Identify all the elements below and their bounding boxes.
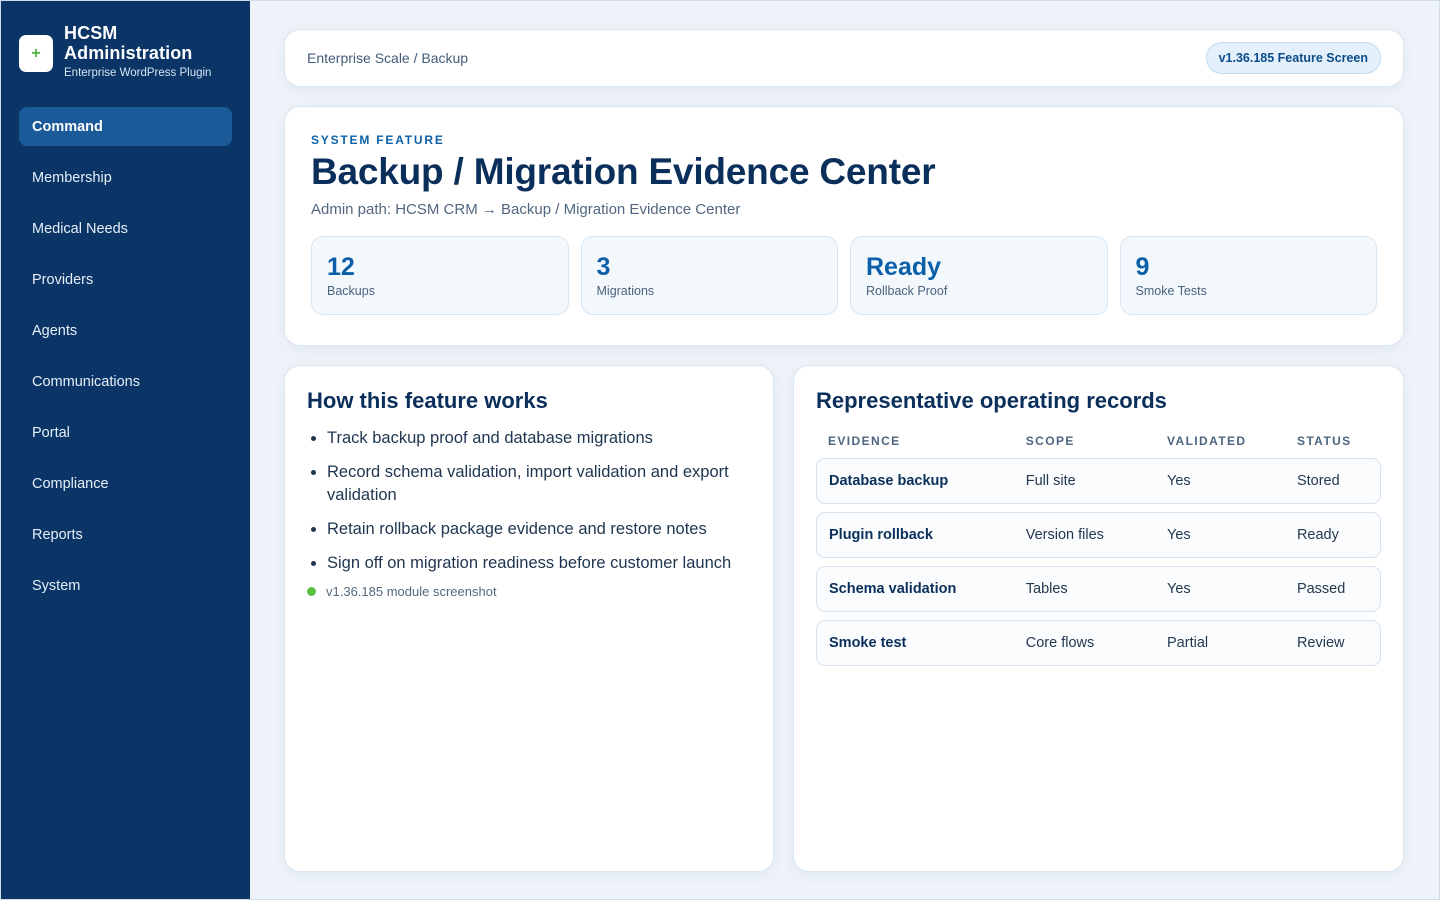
- column-header-status: STATUS: [1296, 434, 1352, 448]
- feature-steps-list: Track backup proof and database migratio…: [307, 427, 751, 575]
- sidebar-item-reports[interactable]: Reports: [19, 515, 232, 554]
- stat-card-migrations: 3 Migrations: [580, 236, 838, 315]
- admin-path: Admin path: HCSM CRM → Backup / Migratio…: [311, 201, 741, 218]
- list-item: Record schema validation, import validat…: [327, 461, 751, 507]
- column-header-evidence: EVIDENCE: [828, 434, 901, 448]
- sidebar: + HCSM Administration Enterprise WordPre…: [1, 1, 250, 899]
- panel-title: How this feature works: [307, 388, 548, 413]
- list-item: Retain rollback package evidence and res…: [327, 518, 751, 541]
- records-table: EVIDENCE SCOPE VALIDATED STATUS Database…: [816, 424, 1381, 674]
- stat-label: Migrations: [596, 284, 655, 298]
- stat-card-backups: 12 Backups: [311, 236, 569, 315]
- table-row[interactable]: Plugin rollback Version files Yes Ready: [816, 512, 1381, 558]
- page-title: Backup / Migration Evidence Center: [311, 151, 936, 192]
- cell-status: Review: [1284, 620, 1381, 666]
- brand-subtitle: Enterprise WordPress Plugin: [64, 67, 212, 79]
- cell-validated: Partial: [1155, 620, 1285, 666]
- records-panel: Representative operating records EVIDENC…: [793, 365, 1404, 872]
- sidebar-item-communications[interactable]: Communications: [19, 362, 232, 401]
- stat-value: 3: [596, 253, 611, 281]
- cell-status: Stored: [1284, 458, 1381, 504]
- cell-validated: Yes: [1155, 566, 1285, 612]
- sidebar-item-system[interactable]: System: [19, 566, 232, 605]
- top-bar: Enterprise Scale / Backup v1.36.185 Feat…: [284, 29, 1404, 87]
- sidebar-nav: Command Membership Medical Needs Provide…: [19, 107, 232, 605]
- sidebar-item-compliance[interactable]: Compliance: [19, 464, 232, 503]
- stat-value: 12: [327, 253, 355, 281]
- stat-label: Smoke Tests: [1135, 284, 1207, 298]
- cell-validated: Yes: [1155, 458, 1285, 504]
- how-it-works-panel: How this feature works Track backup proo…: [284, 365, 774, 872]
- feature-kicker: SYSTEM FEATURE: [311, 133, 445, 147]
- column-header-scope: SCOPE: [1025, 434, 1075, 448]
- cell-scope: Core flows: [1013, 620, 1155, 666]
- cell-validated: Yes: [1155, 512, 1285, 558]
- stat-value: 9: [1135, 253, 1150, 281]
- stats-row: 12 Backups 3 Migrations Ready Rollback P…: [311, 236, 1377, 315]
- main-content: Enterprise Scale / Backup v1.36.185 Feat…: [250, 1, 1439, 899]
- plus-logo-icon: +: [19, 35, 53, 72]
- cell-evidence: Schema validation: [816, 566, 1014, 612]
- stat-label: Backups: [327, 284, 375, 298]
- cell-scope: Tables: [1013, 566, 1155, 612]
- sidebar-item-membership[interactable]: Membership: [19, 158, 232, 197]
- stat-card-rollback-proof: Ready Rollback Proof: [850, 236, 1108, 315]
- cell-status: Passed: [1284, 566, 1381, 612]
- column-header-validated: VALIDATED: [1167, 434, 1247, 448]
- table-row[interactable]: Database backup Full site Yes Stored: [816, 458, 1381, 504]
- list-item: Track backup proof and database migratio…: [327, 427, 751, 450]
- brand-title: HCSM Administration: [64, 23, 193, 63]
- sidebar-item-agents[interactable]: Agents: [19, 311, 232, 350]
- cell-scope: Version files: [1013, 512, 1155, 558]
- app-window: + HCSM Administration Enterprise WordPre…: [0, 0, 1440, 900]
- cell-scope: Full site: [1013, 458, 1155, 504]
- sidebar-item-command[interactable]: Command: [19, 107, 232, 146]
- cell-evidence: Smoke test: [816, 620, 1014, 666]
- brand: + HCSM Administration Enterprise WordPre…: [19, 23, 232, 79]
- breadcrumb: Enterprise Scale / Backup: [307, 50, 469, 66]
- status-dot-icon: [307, 587, 316, 596]
- stat-label: Rollback Proof: [866, 284, 948, 298]
- stat-value: Ready: [866, 253, 942, 281]
- feature-hero: SYSTEM FEATURE Backup / Migration Eviden…: [284, 106, 1404, 346]
- cell-evidence: Database backup: [816, 458, 1014, 504]
- table-row[interactable]: Smoke test Core flows Partial Review: [816, 620, 1381, 666]
- lower-panels: How this feature works Track backup proo…: [284, 365, 1404, 872]
- sidebar-item-medical-needs[interactable]: Medical Needs: [19, 209, 232, 248]
- cell-evidence: Plugin rollback: [816, 512, 1014, 558]
- module-status-text: v1.36.185 module screenshot: [326, 584, 497, 599]
- table-row[interactable]: Schema validation Tables Yes Passed: [816, 566, 1381, 612]
- stat-card-smoke-tests: 9 Smoke Tests: [1119, 236, 1377, 315]
- table-header-row: EVIDENCE SCOPE VALIDATED STATUS: [816, 432, 1381, 450]
- cell-status: Ready: [1284, 512, 1381, 558]
- panel-title: Representative operating records: [816, 388, 1167, 413]
- sidebar-item-providers[interactable]: Providers: [19, 260, 232, 299]
- sidebar-item-portal[interactable]: Portal: [19, 413, 232, 452]
- list-item: Sign off on migration readiness before c…: [327, 552, 751, 575]
- version-badge: v1.36.185 Feature Screen: [1205, 42, 1381, 74]
- module-status: v1.36.185 module screenshot: [307, 584, 751, 599]
